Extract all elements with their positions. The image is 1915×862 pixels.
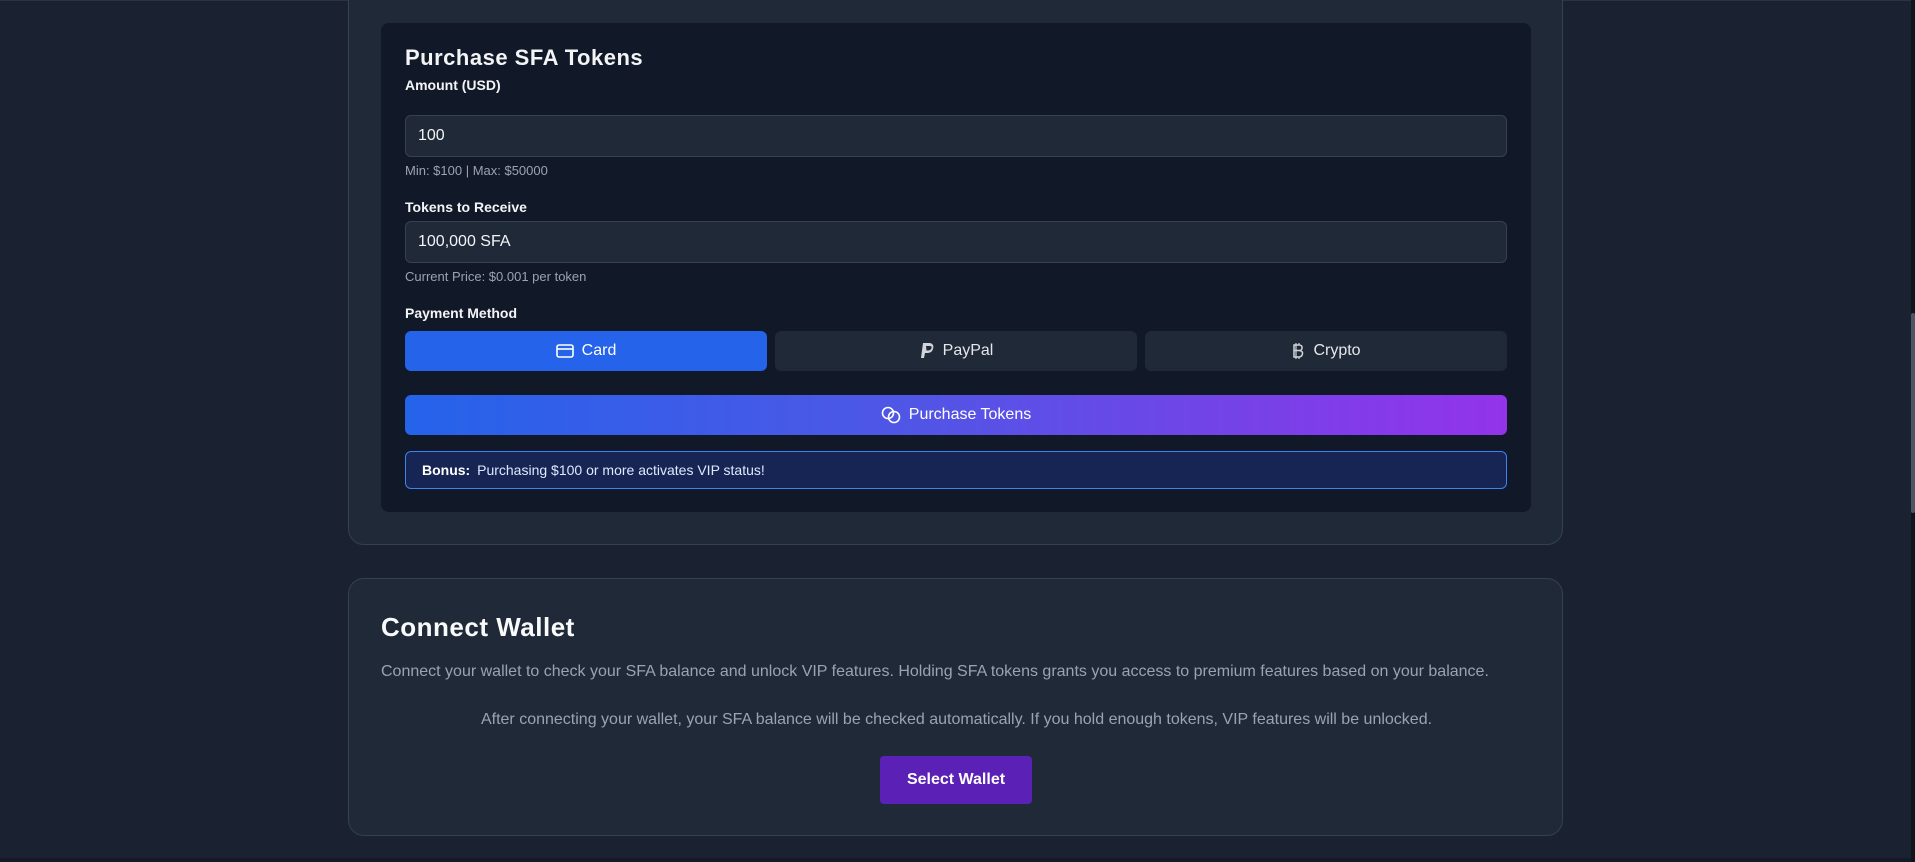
paypal-icon (919, 342, 935, 360)
payment-method-label: Payment Method (405, 305, 518, 321)
purchase-panel: Purchase SFA Tokens Amount (USD) Min: $1… (381, 23, 1531, 512)
payment-paypal-button[interactable]: PayPal (775, 331, 1137, 371)
connect-wallet-note: After connecting your wallet, your SFA b… (480, 711, 1433, 728)
price-hint: Current Price: $0.001 per token (405, 269, 587, 284)
bitcoin-icon (1291, 342, 1305, 360)
payment-crypto-label: Crypto (1313, 342, 1361, 359)
connect-wallet-description: Connect your wallet to check your SFA ba… (381, 663, 1489, 680)
bottom-strip (0, 858, 1911, 862)
connect-wallet-title: Connect Wallet (381, 612, 575, 642)
amount-input[interactable] (405, 115, 1507, 157)
payment-card-button[interactable]: Card (405, 331, 767, 371)
tokens-field[interactable] (405, 221, 1507, 263)
amount-label: Amount (USD) (405, 77, 501, 93)
credit-card-icon (555, 344, 574, 358)
amount-hint: Min: $100 | Max: $50000 (405, 163, 548, 178)
bonus-text: Purchasing $100 or more activates VIP st… (477, 462, 765, 478)
scrollbar-thumb[interactable] (1911, 313, 1915, 513)
bonus-banner: Bonus: Purchasing $100 or more activates… (405, 451, 1507, 489)
coins-icon (881, 406, 901, 424)
purchase-title: Purchase SFA Tokens (405, 45, 644, 70)
payment-paypal-label: PayPal (942, 342, 994, 359)
page-scrollbar[interactable] (1911, 0, 1915, 862)
connect-wallet-card: Connect Wallet Connect your wallet to ch… (348, 578, 1563, 836)
purchase-tokens-label: Purchase Tokens (908, 406, 1032, 423)
payment-crypto-button[interactable]: Crypto (1145, 331, 1507, 371)
payment-card-label: Card (581, 342, 617, 359)
tokens-label: Tokens to Receive (405, 199, 527, 215)
bonus-label: Bonus: (422, 462, 471, 478)
select-wallet-button[interactable]: Select Wallet (880, 756, 1032, 804)
purchase-tokens-button[interactable]: Purchase Tokens (405, 395, 1507, 435)
